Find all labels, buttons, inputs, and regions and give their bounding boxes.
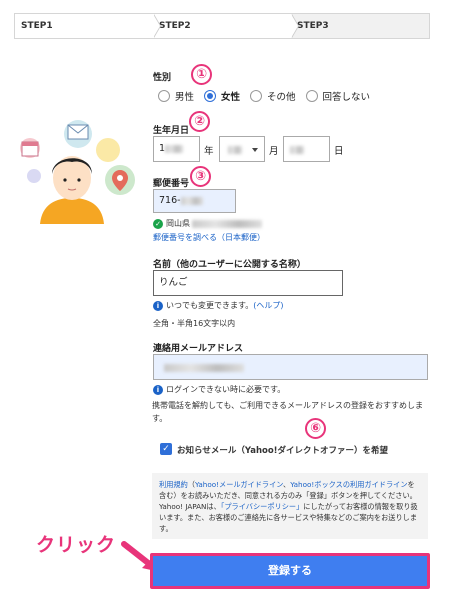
email-input[interactable] [153, 354, 428, 380]
person-body [40, 198, 104, 224]
postal-prefecture: 岡山県 [166, 219, 190, 228]
terms-text: Yahoo! JAPANは、 [159, 502, 221, 511]
marker-1: ① [191, 64, 212, 85]
email-recommend: 携帯電話を解約しても、ご利用できるメールアドレスの登録をおすすめします。 [152, 401, 423, 423]
chevron-down-icon [252, 148, 258, 152]
terms-text: （ [187, 480, 195, 489]
newsletter-checkbox[interactable]: ✓ [160, 443, 172, 455]
name-label: 名前（他のユーザーに公開する名称） [153, 260, 306, 270]
map-pin-hole [117, 175, 123, 181]
postal-lookup-result: ✓ 岡山県 [153, 218, 262, 229]
year-unit: 年 [204, 146, 214, 157]
birth-day-input[interactable] [283, 136, 330, 162]
user-illustration [20, 120, 135, 224]
box-guideline-link[interactable]: Yahoo!ボックスの利用ガイドライン [290, 480, 407, 489]
info-icon: i [153, 300, 163, 311]
marker-2: ② [189, 111, 210, 132]
name-note: i いつでも変更できます。(ヘルプ) [153, 300, 283, 311]
terms-link[interactable]: 利用規約 [159, 480, 188, 489]
postal-code-input[interactable]: 716- [153, 189, 236, 213]
radio-circle[interactable] [305, 90, 318, 102]
day-unit: 日 [334, 146, 344, 157]
decor-circle [27, 169, 41, 183]
email-note-text: ログインできない時に必要です。 [166, 385, 286, 394]
gender-option-other[interactable]: その他 [250, 89, 296, 103]
blurred-text [228, 146, 242, 154]
blurred-text [165, 144, 184, 153]
gender-option-female[interactable]: 女性 [204, 89, 240, 103]
month-unit: 月 [269, 146, 279, 157]
gender-option-male[interactable]: 男性 [158, 89, 194, 103]
person-eye [63, 178, 67, 182]
radio-label: 回答しない [322, 92, 371, 103]
privacy-policy-link[interactable]: 「プライバシーポリシー」 [221, 502, 304, 511]
step-3: STEP3 [291, 14, 429, 38]
blurred-text [290, 146, 304, 154]
terms-notice: 利用規約（Yahoo!メールガイドライン、Yahoo!ボックスの利用ガイドライン… [152, 473, 428, 539]
register-button[interactable]: 登録する [150, 553, 430, 589]
check-circle-icon: ✓ [153, 218, 163, 229]
mail-guideline-link[interactable]: Yahoo!メールガイドライン [195, 480, 283, 489]
gender-radio-group: 男性 女性 その他 回答しない [158, 89, 370, 103]
decor-circle [96, 138, 120, 162]
radio-label: 男性 [175, 92, 195, 103]
person-eye [77, 178, 81, 182]
newsletter-label[interactable]: お知らせメール（Yahoo!ダイレクトオファー）を希望 [177, 444, 388, 456]
postal-lookup-link[interactable]: 郵便番号を調べる（日本郵便） [153, 232, 265, 243]
postal-label: 郵便番号 [153, 179, 190, 189]
step-progress-bar: STEP1 STEP2 STEP3 [14, 13, 430, 39]
radio-circle[interactable] [158, 90, 170, 102]
postal-code-value: 716- [159, 195, 181, 206]
help-link[interactable]: (ヘルプ) [253, 301, 283, 310]
birth-month-select[interactable] [219, 136, 265, 162]
gender-option-no-answer[interactable]: 回答しない [305, 89, 371, 103]
birthday-label: 生年月日 [153, 126, 190, 136]
step-2: STEP2 [153, 14, 299, 38]
marker-6: ⑥ [305, 418, 326, 439]
step-1: STEP1 [15, 14, 161, 38]
radio-circle[interactable] [204, 90, 217, 102]
radio-label: その他 [267, 92, 296, 103]
radio-label: 女性 [221, 92, 241, 103]
name-limit: 全角・半角16文字以内 [153, 319, 236, 328]
info-icon: i [153, 384, 163, 395]
display-name-input[interactable]: りんご [153, 270, 343, 296]
email-label: 連絡用メールアドレス [153, 344, 244, 354]
gender-label: 性別 [153, 73, 172, 83]
blurred-text [192, 219, 262, 228]
name-note-text: いつでも変更できます。 [166, 301, 254, 310]
email-note: i ログインできない時に必要です。 [153, 384, 285, 395]
birth-year-input[interactable]: 1 [153, 136, 200, 162]
blurred-text [180, 196, 203, 205]
calendar-header [22, 142, 38, 146]
click-annotation-label: クリック [36, 534, 117, 556]
blurred-text [164, 364, 244, 372]
radio-circle[interactable] [250, 90, 263, 102]
display-name-value: りんご [159, 277, 188, 288]
marker-3: ③ [190, 166, 211, 187]
